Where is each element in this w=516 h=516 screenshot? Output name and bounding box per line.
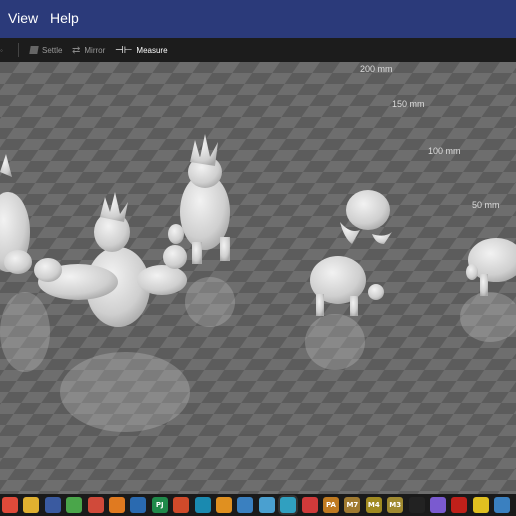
measure-label: Measure [136,45,168,55]
ruler-label-150: 150 mm [392,99,425,109]
measure-icon: ⊣⊢ [115,44,133,56]
ruler-label-200: 200 mm [360,64,393,74]
taskbar: PJ PA M7 M4 M3 [0,494,516,516]
app-icon-11[interactable] [216,497,232,513]
3d-viewport[interactable]: 200 mm 150 mm 100 mm 50 mm [0,62,516,494]
menu-help[interactable]: Help [50,10,79,26]
app-icon-17[interactable]: M7 [344,497,361,513]
app-icon-13[interactable] [258,497,275,513]
build-plate-scene: 200 mm 150 mm 100 mm 50 mm [0,62,516,494]
toolbar: ◦ Settle ⇄ Mirror ⊣⊢ Measure [0,38,516,62]
app-icon-2[interactable] [23,497,40,513]
ruler-label-50: 50 mm [472,200,500,210]
capcut-icon[interactable] [408,497,425,513]
measure-button[interactable]: ⊣⊢ Measure [115,38,168,62]
app-icon-3[interactable] [44,497,61,513]
settle-label: Settle [42,45,63,55]
firefox-icon[interactable] [109,497,125,513]
app-icon-14[interactable] [280,497,297,513]
app-icon-23[interactable] [472,497,489,513]
settle-icon [29,46,39,54]
app-icon-18[interactable]: M4 [365,497,382,513]
app-icon-15[interactable] [301,497,318,513]
mirror-icon: ⇄ [72,44,81,56]
mirror-button[interactable]: ⇄ Mirror [72,38,105,62]
chrome-icon-2[interactable] [87,497,104,513]
partial-tool-icon: ◦ [0,45,3,55]
app-icon-12[interactable] [237,497,254,513]
partial-tool-button[interactable]: ◦ [0,38,3,62]
app-icon-19[interactable]: M3 [387,497,404,513]
menu-view[interactable]: View [8,10,38,26]
app-icon-21[interactable] [430,497,446,513]
ruler-label-100: 100 mm [428,146,461,156]
acrobat-icon[interactable] [451,497,468,513]
app-icon-7[interactable] [130,497,147,513]
mirror-label: Mirror [84,45,106,55]
app-icon-16[interactable]: PA [323,497,339,513]
app-icon-8[interactable]: PJ [151,497,168,513]
edge-icon[interactable] [194,497,211,513]
toolbar-divider [18,43,19,57]
menu-bar: View Help [0,0,516,38]
chrome-icon[interactable] [66,497,83,513]
app-icon-24[interactable] [494,497,511,513]
app-icon-1[interactable] [2,497,18,513]
app-icon-9[interactable] [173,497,190,513]
settle-button[interactable]: Settle [29,38,63,62]
